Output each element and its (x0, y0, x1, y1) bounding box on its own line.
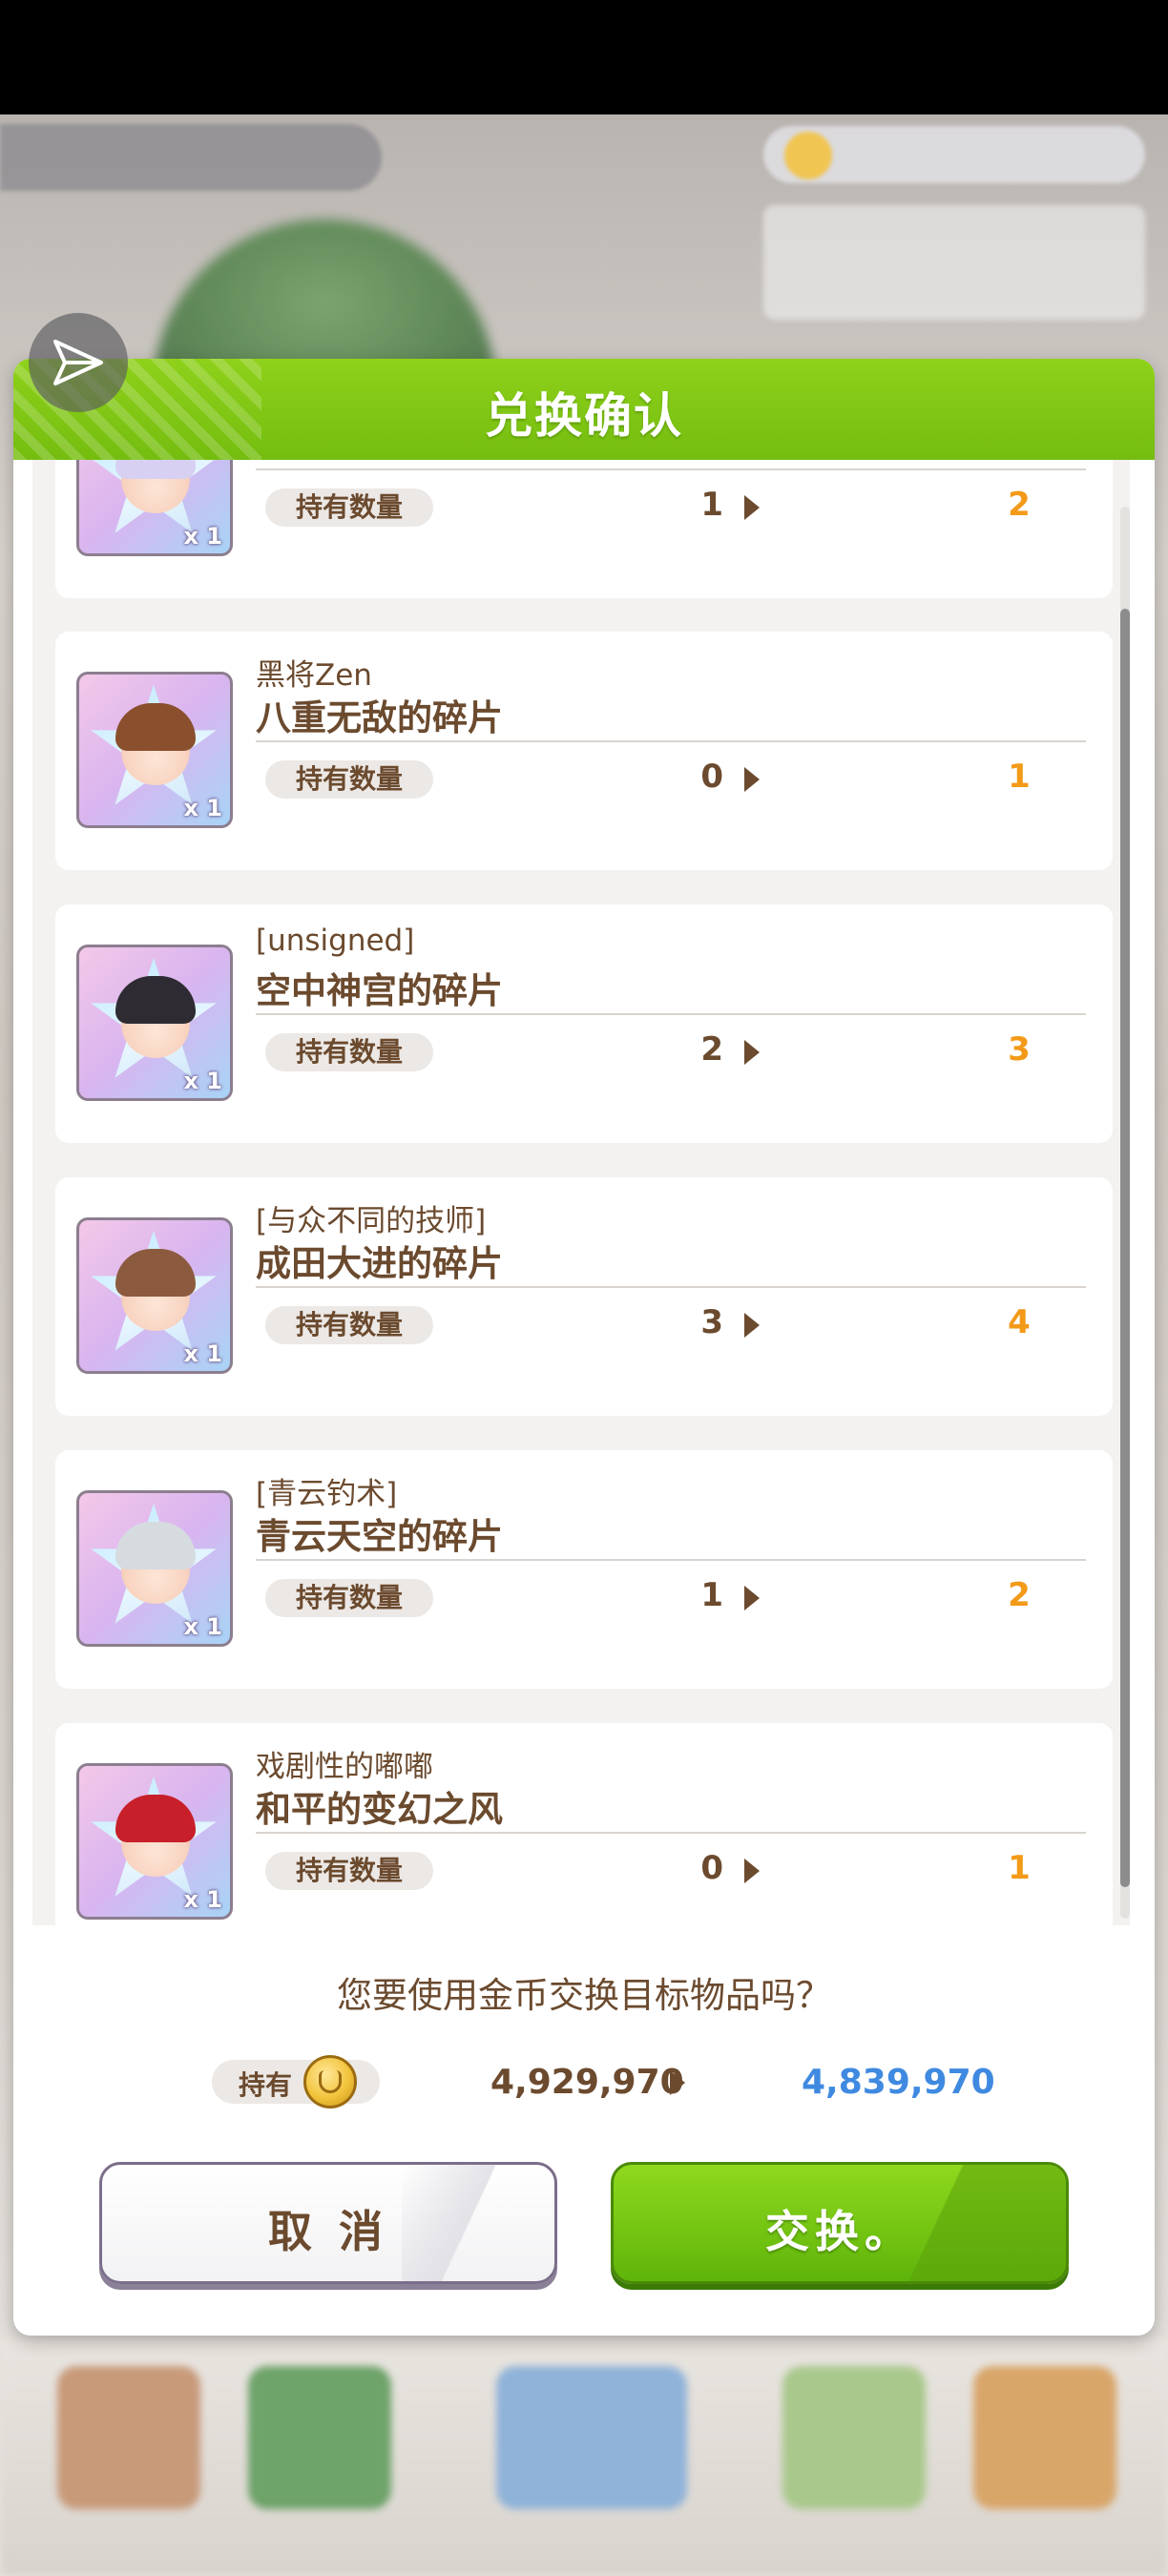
nav-item-1 (57, 2366, 200, 2509)
item-card: x 1 持有数量 1 2 (55, 460, 1113, 598)
item-card: x 1 戏剧性的嘟嘟和平的变幻之风持有数量 0 1 (55, 1723, 1113, 1925)
character-hair (115, 1522, 196, 1569)
exchange-confirm-dialog: 兑换确认 x 1 持有数量 1 2 x 1 黑将Zen 八重无敌的碎片 持有数量 0 1 x 1 [u… (13, 359, 1155, 2336)
quantity-badge: x 1 (183, 523, 222, 550)
count-after: 1 (1008, 1849, 1031, 1887)
divider (256, 1286, 1086, 1288)
item-card: x 1 [与众不同的技师] 成田大进的碎片持有数量 3 4 (55, 1177, 1113, 1416)
bottom-nav (0, 2337, 1168, 2576)
character-portrait: x 1 (76, 945, 233, 1101)
status-bar (0, 0, 1168, 114)
divider (256, 1832, 1086, 1834)
count-current: 1 (700, 486, 723, 524)
item-title: 青云天空的碎片 (256, 1516, 503, 1557)
item-subtitle: [与众不同的技师] (256, 1204, 487, 1238)
count-current: 0 (700, 1849, 723, 1887)
arrow-right-icon (744, 495, 760, 520)
hold-count-label: 持有数量 (265, 760, 433, 799)
hold-count-label: 持有数量 (265, 1852, 433, 1890)
divider (256, 1559, 1086, 1561)
character-portrait: x 1 (76, 1217, 233, 1374)
character-portrait: x 1 (76, 1763, 233, 1920)
item-title: 成田大进的碎片 (256, 1243, 503, 1284)
count-current: 1 (700, 1576, 723, 1614)
quantity-badge: x 1 (183, 795, 222, 821)
character-hair (115, 1795, 196, 1842)
item-title: 和平的变幻之风 (256, 1789, 503, 1830)
nav-item-5 (973, 2366, 1116, 2509)
gold-hold-label: 持有 (239, 2069, 293, 2101)
count-after: 1 (1008, 758, 1031, 796)
count-after: 2 (1008, 1576, 1031, 1614)
item-subtitle: [unsigned] (256, 924, 415, 958)
item-subtitle: 戏剧性的嘟嘟 (256, 1750, 433, 1784)
gold-current: 4,929,970 (490, 2063, 684, 2102)
hold-count-label: 持有数量 (265, 1579, 433, 1617)
quantity-badge: x 1 (183, 1068, 222, 1094)
exchange-button[interactable]: 交换。 (611, 2162, 1069, 2284)
item-subtitle: 黑将Zen (256, 658, 372, 693)
item-title: 空中神宫的碎片 (256, 970, 503, 1011)
item-subtitle: [青云钓术] (256, 1477, 398, 1511)
dialog-header: 兑换确认 (13, 359, 1155, 460)
quantity-badge: x 1 (183, 1886, 222, 1913)
background-location-tag (0, 124, 382, 191)
nav-item-3 (496, 2366, 687, 2509)
arrow-right-icon (744, 1859, 760, 1883)
divider (256, 468, 1086, 470)
send-icon[interactable] (29, 313, 128, 412)
count-after: 3 (1008, 1030, 1031, 1069)
count-current: 3 (700, 1303, 723, 1341)
count-current: 0 (700, 758, 723, 796)
quantity-badge: x 1 (183, 1613, 222, 1640)
character-hair (115, 1249, 196, 1297)
divider (256, 740, 1086, 742)
arrow-right-icon (744, 1313, 760, 1338)
quantity-badge: x 1 (183, 1340, 222, 1367)
dialog-title: 兑换确认 (485, 388, 683, 444)
character-hair (115, 460, 196, 479)
divider (256, 1013, 1086, 1015)
cancel-button[interactable]: 取 消 (99, 2162, 557, 2284)
item-title: 八重无敌的碎片 (256, 697, 503, 738)
gold-coin-icon (303, 2055, 357, 2109)
nav-item-2 (248, 2366, 391, 2509)
count-current: 2 (700, 1030, 723, 1069)
background-right-panel (763, 205, 1145, 320)
exchange-button-label: 交换。 (765, 2206, 914, 2257)
confirm-question: 您要使用金币交换目标物品吗？ (337, 1975, 831, 2016)
item-card: x 1 [unsigned] 空中神宫的碎片持有数量 2 3 (55, 904, 1113, 1143)
nav-item-4 (782, 2366, 926, 2509)
gold-after: 4,839,970 (802, 2063, 995, 2102)
arrow-right-icon (670, 2070, 685, 2095)
count-after: 2 (1008, 486, 1031, 524)
arrow-right-icon (744, 1040, 760, 1065)
character-hair (115, 703, 196, 751)
hold-count-label: 持有数量 (265, 488, 433, 527)
arrow-right-icon (744, 1586, 760, 1610)
character-portrait: x 1 (76, 460, 233, 556)
character-portrait: x 1 (76, 672, 233, 828)
arrow-right-icon (744, 767, 760, 792)
hold-count-label: 持有数量 (265, 1033, 433, 1071)
hold-count-label: 持有数量 (265, 1306, 433, 1344)
background-coin-icon (784, 132, 832, 179)
item-list[interactable]: x 1 持有数量 1 2 x 1 黑将Zen 八重无敌的碎片 持有数量 0 1 x 1 [unsign… (32, 460, 1130, 1925)
count-after: 4 (1008, 1303, 1031, 1341)
character-portrait: x 1 (76, 1490, 233, 1647)
scrollbar-thumb[interactable] (1120, 609, 1130, 1887)
item-card: x 1 [青云钓术] 青云天空的碎片持有数量 1 2 (55, 1450, 1113, 1689)
cancel-button-label: 取 消 (267, 2206, 388, 2257)
character-hair (115, 976, 196, 1024)
item-card: x 1 黑将Zen 八重无敌的碎片持有数量 0 1 (55, 632, 1113, 870)
